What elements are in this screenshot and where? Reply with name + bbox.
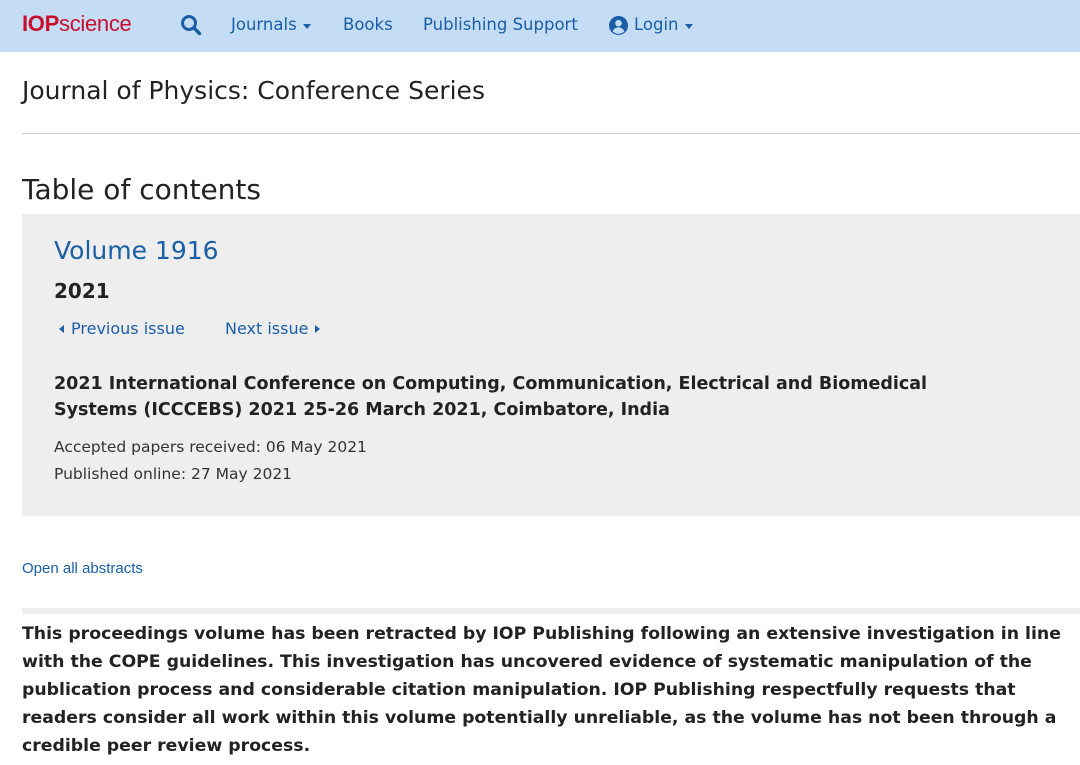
volume-year: 2021 bbox=[54, 279, 110, 303]
top-navigation-bar: IOPscience Journals Books Publishing Sup… bbox=[0, 0, 1080, 52]
caret-right-icon bbox=[315, 325, 321, 333]
logo-bold-text: IOP bbox=[22, 11, 59, 36]
volume-title-link[interactable]: Volume 1916 bbox=[54, 234, 219, 268]
logo-rest-text: science bbox=[59, 11, 132, 36]
nav-journals-dropdown[interactable]: Journals bbox=[231, 14, 311, 36]
nav-publishing-support-link[interactable]: Publishing Support bbox=[423, 14, 578, 36]
nav-login-label: Login bbox=[634, 15, 679, 34]
nav-support-label: Publishing Support bbox=[423, 15, 578, 34]
header-divider bbox=[22, 133, 1080, 134]
nav-login-dropdown[interactable]: Login bbox=[609, 14, 693, 36]
nav-books-label: Books bbox=[343, 15, 393, 34]
chevron-down-icon bbox=[684, 23, 693, 29]
next-issue-label: Next issue bbox=[225, 319, 309, 338]
previous-issue-link[interactable]: Previous issue bbox=[59, 318, 185, 340]
accepted-date: Accepted papers received: 06 May 2021 bbox=[54, 438, 367, 456]
caret-left-icon bbox=[59, 325, 64, 333]
retraction-notice: This proceedings volume has been retract… bbox=[22, 624, 1061, 756]
user-circle-icon bbox=[609, 15, 628, 35]
published-date: Published online: 27 May 2021 bbox=[54, 465, 293, 483]
nav-books-link[interactable]: Books bbox=[343, 14, 393, 36]
volume-info-panel: Volume 1916 2021 Previous issue Next iss… bbox=[22, 214, 1080, 516]
toc-heading: Table of contents bbox=[22, 173, 261, 206]
journal-title: Journal of Physics: Conference Series bbox=[22, 76, 485, 105]
next-issue-link[interactable]: Next issue bbox=[225, 318, 321, 340]
nav-journals-label: Journals bbox=[231, 15, 297, 34]
conference-name: 2021 International Conference on Computi… bbox=[54, 374, 928, 420]
chevron-down-icon bbox=[302, 23, 311, 29]
search-icon[interactable] bbox=[180, 14, 202, 36]
previous-issue-label: Previous issue bbox=[71, 319, 185, 338]
iopscience-logo[interactable]: IOPscience bbox=[22, 11, 132, 37]
retraction-notice-bar bbox=[22, 608, 1080, 614]
open-all-abstracts-link[interactable]: Open all abstracts bbox=[22, 559, 143, 579]
